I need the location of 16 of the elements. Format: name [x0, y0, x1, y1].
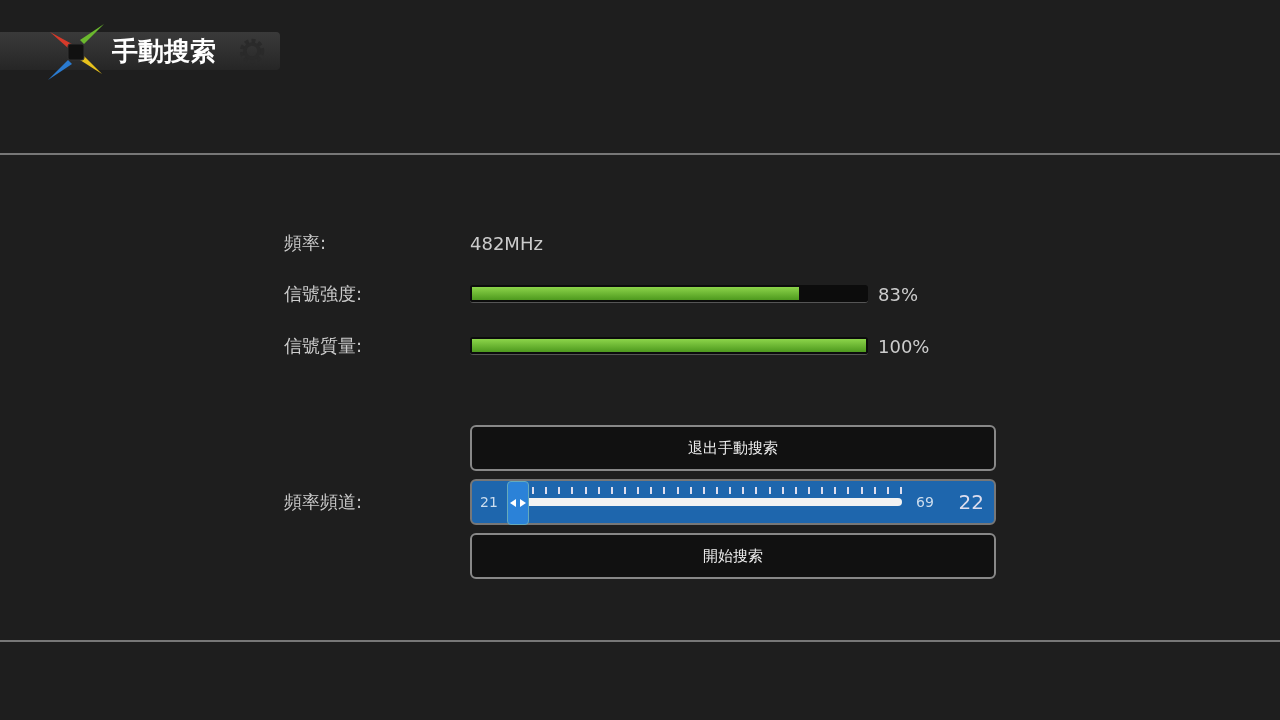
slider-min: 21 — [480, 494, 499, 510]
slider-thumb[interactable] — [506, 481, 529, 525]
field-label: 頻率頻道: — [284, 490, 364, 514]
exit-search-button[interactable]: 退出手動搜索 — [470, 425, 996, 471]
field-label: 頻率: — [284, 231, 328, 255]
channel-slider[interactable]: 21 69 22 — [470, 479, 996, 525]
frequency-value: 482MHz — [470, 232, 544, 254]
field-label: 信號質量: — [284, 334, 364, 358]
field-label: 信號強度: — [284, 282, 364, 306]
meter-reading: 83% — [878, 283, 918, 305]
pinwheel-logo-icon — [48, 24, 104, 80]
meter-reading: 100% — [878, 335, 930, 357]
page-title: 手動搜索 — [112, 34, 216, 68]
slider-max: 69 — [916, 494, 934, 510]
slider-value: 22 — [958, 490, 984, 514]
start-search-button[interactable]: 開始搜索 — [470, 533, 996, 579]
